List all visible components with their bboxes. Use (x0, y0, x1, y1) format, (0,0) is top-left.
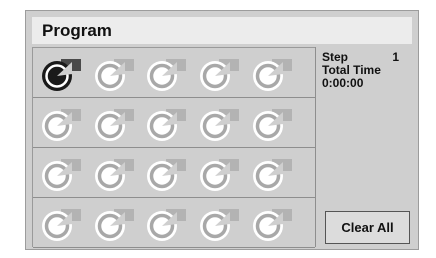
program-slot-grid (32, 47, 315, 248)
disc-icon (95, 159, 134, 191)
disc-icon (95, 59, 134, 91)
title-bar: Program (32, 17, 412, 44)
disc-icon (42, 59, 81, 91)
program-slot[interactable] (94, 54, 138, 94)
program-slot[interactable] (199, 204, 243, 244)
program-slot[interactable] (41, 154, 85, 194)
disc-icon (147, 209, 186, 241)
program-slot[interactable] (252, 54, 296, 94)
program-slot[interactable] (94, 104, 138, 144)
disc-icon (253, 59, 292, 91)
program-panel: Program Step 1 Total Time 0:00:00 Clear … (25, 10, 419, 250)
program-slot[interactable] (146, 104, 190, 144)
program-slot[interactable] (146, 154, 190, 194)
disc-icon (253, 109, 292, 141)
clear-all-button[interactable]: Clear All (325, 211, 410, 244)
disc-icon (42, 159, 81, 191)
total-time-label: Total Time (322, 63, 381, 77)
disc-icon (200, 209, 239, 241)
disc-icon (95, 209, 134, 241)
total-time-value: 0:00:00 (322, 76, 364, 90)
program-slot[interactable] (94, 154, 138, 194)
disc-icon (200, 109, 239, 141)
program-slot[interactable] (252, 204, 296, 244)
program-slot[interactable] (146, 54, 190, 94)
program-slot[interactable] (199, 104, 243, 144)
disc-icon (42, 209, 81, 241)
disc-icon (147, 109, 186, 141)
program-slot[interactable] (199, 54, 243, 94)
step-value: 1 (392, 50, 399, 64)
disc-icon (147, 159, 186, 191)
disc-icon (253, 159, 292, 191)
disc-icon (147, 59, 186, 91)
disc-icon (253, 209, 292, 241)
program-slot[interactable] (41, 204, 85, 244)
disc-icon (42, 109, 81, 141)
program-slot[interactable] (146, 204, 190, 244)
program-slot[interactable] (41, 54, 85, 94)
disc-icon (200, 159, 239, 191)
page-title: Program (42, 21, 112, 40)
info-panel: Step 1 Total Time 0:00:00 (322, 51, 407, 90)
disc-icon (200, 59, 239, 91)
divider (315, 47, 316, 247)
program-slot[interactable] (252, 154, 296, 194)
step-label: Step (322, 50, 349, 64)
program-slot[interactable] (199, 154, 243, 194)
program-slot[interactable] (252, 104, 296, 144)
program-slot[interactable] (94, 204, 138, 244)
disc-icon (95, 109, 134, 141)
program-slot[interactable] (41, 104, 85, 144)
